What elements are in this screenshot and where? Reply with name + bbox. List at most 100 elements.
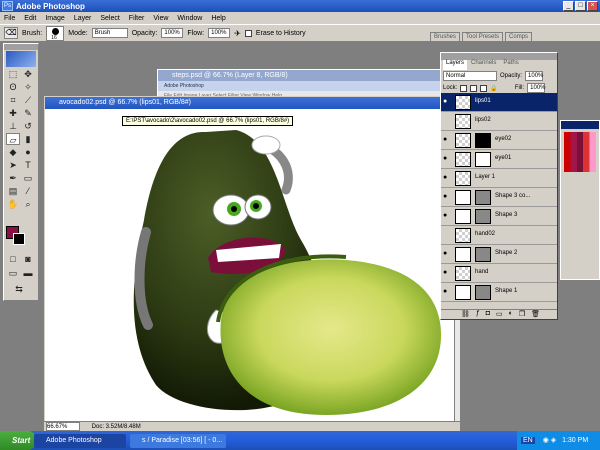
zoom-tool-icon[interactable]: ⌕ (21, 198, 35, 210)
menu-view[interactable]: View (153, 15, 168, 22)
notes-tool-icon[interactable]: ▤ (6, 185, 20, 197)
document-canvas[interactable] (46, 110, 457, 418)
layer-row[interactable]: ● Shape 1 (441, 283, 557, 302)
layer-row[interactable]: ● eye01 (441, 150, 557, 169)
menu-edit[interactable]: Edit (24, 15, 36, 22)
eye-visibility-icon[interactable]: ● (443, 193, 450, 200)
background-color-swatch[interactable] (13, 233, 25, 245)
task-paradise[interactable]: s / Paradise [03:56] [ - 0... (130, 434, 226, 448)
tab-paths[interactable]: Paths (500, 60, 521, 70)
menu-filter[interactable]: Filter (129, 15, 145, 22)
layers-title-bar[interactable] (441, 53, 557, 60)
language-indicator[interactable]: EN (521, 437, 535, 444)
layer-row[interactable]: hand02 (441, 226, 557, 245)
magic-wand-icon[interactable]: ✧ (21, 81, 35, 93)
type-tool-icon[interactable]: T (21, 159, 35, 171)
toolbox-header-logo[interactable] (6, 51, 36, 67)
blur-tool-icon[interactable]: ◆ (6, 146, 20, 158)
marquee-tool-icon[interactable]: ⬚ (6, 68, 20, 80)
menu-file[interactable]: File (4, 15, 15, 22)
new-layer-icon[interactable]: ❐ (519, 310, 525, 319)
new-set-icon[interactable]: ▭ (496, 310, 503, 319)
brush-tool-icon[interactable]: ✎ (21, 107, 35, 119)
minimize-icon[interactable]: _ (563, 1, 574, 11)
tab-layers[interactable]: Layers (443, 60, 468, 70)
document-title[interactable]: avocado02.psd @ 66.7% (lips01, RGB/8#) (45, 97, 459, 109)
healing-brush-icon[interactable]: ✚ (6, 107, 20, 119)
path-select-icon[interactable]: ➤ (6, 159, 20, 171)
gradient-tool-icon[interactable]: ▮ (21, 133, 35, 145)
add-mask-icon[interactable]: ◘ (486, 310, 490, 319)
delete-layer-icon[interactable]: 🗑 (531, 310, 540, 319)
quickmask-mode-icon[interactable]: ◙ (21, 253, 35, 265)
eye-visibility-icon[interactable]: ● (443, 250, 450, 257)
pen-tool-icon[interactable]: ✒ (6, 172, 20, 184)
crop-tool-icon[interactable]: ⌗ (6, 94, 20, 106)
opacity-field[interactable]: 100% (161, 28, 184, 38)
eye-visibility-icon[interactable]: ● (443, 98, 450, 105)
hand-tool-icon[interactable]: ✋ (6, 198, 20, 210)
layer-row[interactable]: ● Layer 1 (441, 169, 557, 188)
tray-icons[interactable]: ◉ ◈ (543, 437, 556, 444)
clone-stamp-icon[interactable]: ⊥ (6, 120, 20, 132)
airbrush-icon[interactable]: ✈ (234, 29, 241, 38)
fullscreen-mode-icon[interactable]: ▬ (21, 267, 35, 279)
toolbox-title-bar[interactable] (4, 44, 38, 50)
menu-layer[interactable]: Layer (74, 15, 92, 22)
doc-size[interactable]: Doc: 3.52M/8.48M (92, 424, 141, 430)
move-tool-icon[interactable]: ✥ (21, 68, 35, 80)
eye-visibility-icon[interactable]: ● (443, 136, 450, 143)
history-brush-icon[interactable]: ↺ (21, 120, 35, 132)
eyedropper-icon[interactable]: ⁄ (21, 185, 35, 197)
swatches-palette[interactable] (560, 120, 600, 280)
slice-tool-icon[interactable]: ⟋ (21, 94, 35, 106)
layer-row[interactable]: ● lips01 (441, 93, 557, 112)
screen-mode-icon[interactable]: ▭ (6, 267, 20, 279)
eye-visibility-icon[interactable]: ● (443, 155, 450, 162)
link-layers-icon[interactable]: ⛓ (461, 310, 470, 319)
layer-fill-field[interactable]: 100% (527, 83, 546, 93)
lock-transparency-icon[interactable] (460, 84, 468, 92)
eye-visibility-icon[interactable]: ● (443, 269, 450, 276)
layer-row[interactable]: ● hand (441, 264, 557, 283)
color-swatch-grid[interactable] (564, 132, 596, 172)
maximize-icon[interactable]: □ (575, 1, 586, 11)
standard-mode-icon[interactable]: □ (6, 253, 20, 265)
layer-row[interactable]: lips02 (441, 112, 557, 131)
layer-row[interactable]: ● Shape 2 (441, 245, 557, 264)
add-style-icon[interactable]: ƒ (476, 310, 480, 319)
layer-opacity-field[interactable]: 100% (525, 71, 543, 81)
eraser-tool-icon[interactable]: ▱ (6, 133, 20, 145)
blend-mode-select[interactable]: Normal (443, 71, 497, 81)
bg-doc-title[interactable]: steps.psd @ 66.7% (Layer 8, RGB/8) (158, 70, 456, 81)
flow-field[interactable]: 100% (208, 28, 231, 38)
menu-select[interactable]: Select (100, 15, 119, 22)
eye-visibility-icon[interactable] (443, 232, 450, 237)
eye-visibility-icon[interactable]: ● (443, 212, 450, 219)
jump-to-imageready-icon[interactable]: ⇆ (12, 283, 26, 295)
new-adjustment-icon[interactable]: ◐ (509, 310, 513, 319)
erase-history-checkbox[interactable] (244, 29, 252, 37)
lock-position-icon[interactable] (480, 84, 488, 92)
menu-window[interactable]: Window (177, 15, 202, 22)
layer-row[interactable]: ● Shape 3 (441, 207, 557, 226)
eraser-tool-preset-icon[interactable]: ⌫ (4, 27, 18, 39)
menu-image[interactable]: Image (45, 15, 64, 22)
mode-select[interactable]: Brush (91, 28, 128, 38)
zoom-level-field[interactable]: 66.67% (46, 422, 80, 431)
layer-row[interactable]: ● eye02 (441, 131, 557, 150)
lock-all-icon[interactable]: 🔒 (490, 85, 497, 92)
shape-tool-icon[interactable]: ▭ (21, 172, 35, 184)
tab-channels[interactable]: Channels (468, 60, 499, 70)
task-photoshop[interactable]: Adobe Photoshop (34, 434, 126, 448)
eye-visibility-icon[interactable]: ● (443, 288, 450, 295)
close-icon[interactable]: × (587, 1, 598, 11)
clock[interactable]: 1:30 PM (562, 437, 588, 444)
well-tab-brushes[interactable]: Brushes (430, 32, 461, 41)
start-button[interactable]: Start (0, 431, 36, 450)
layer-row[interactable]: ● Shape 3 co... (441, 188, 557, 207)
lasso-tool-icon[interactable]: ʘ (6, 81, 20, 93)
lock-image-icon[interactable] (470, 84, 478, 92)
eye-visibility-icon[interactable] (443, 118, 450, 123)
menu-help[interactable]: Help (211, 15, 225, 22)
